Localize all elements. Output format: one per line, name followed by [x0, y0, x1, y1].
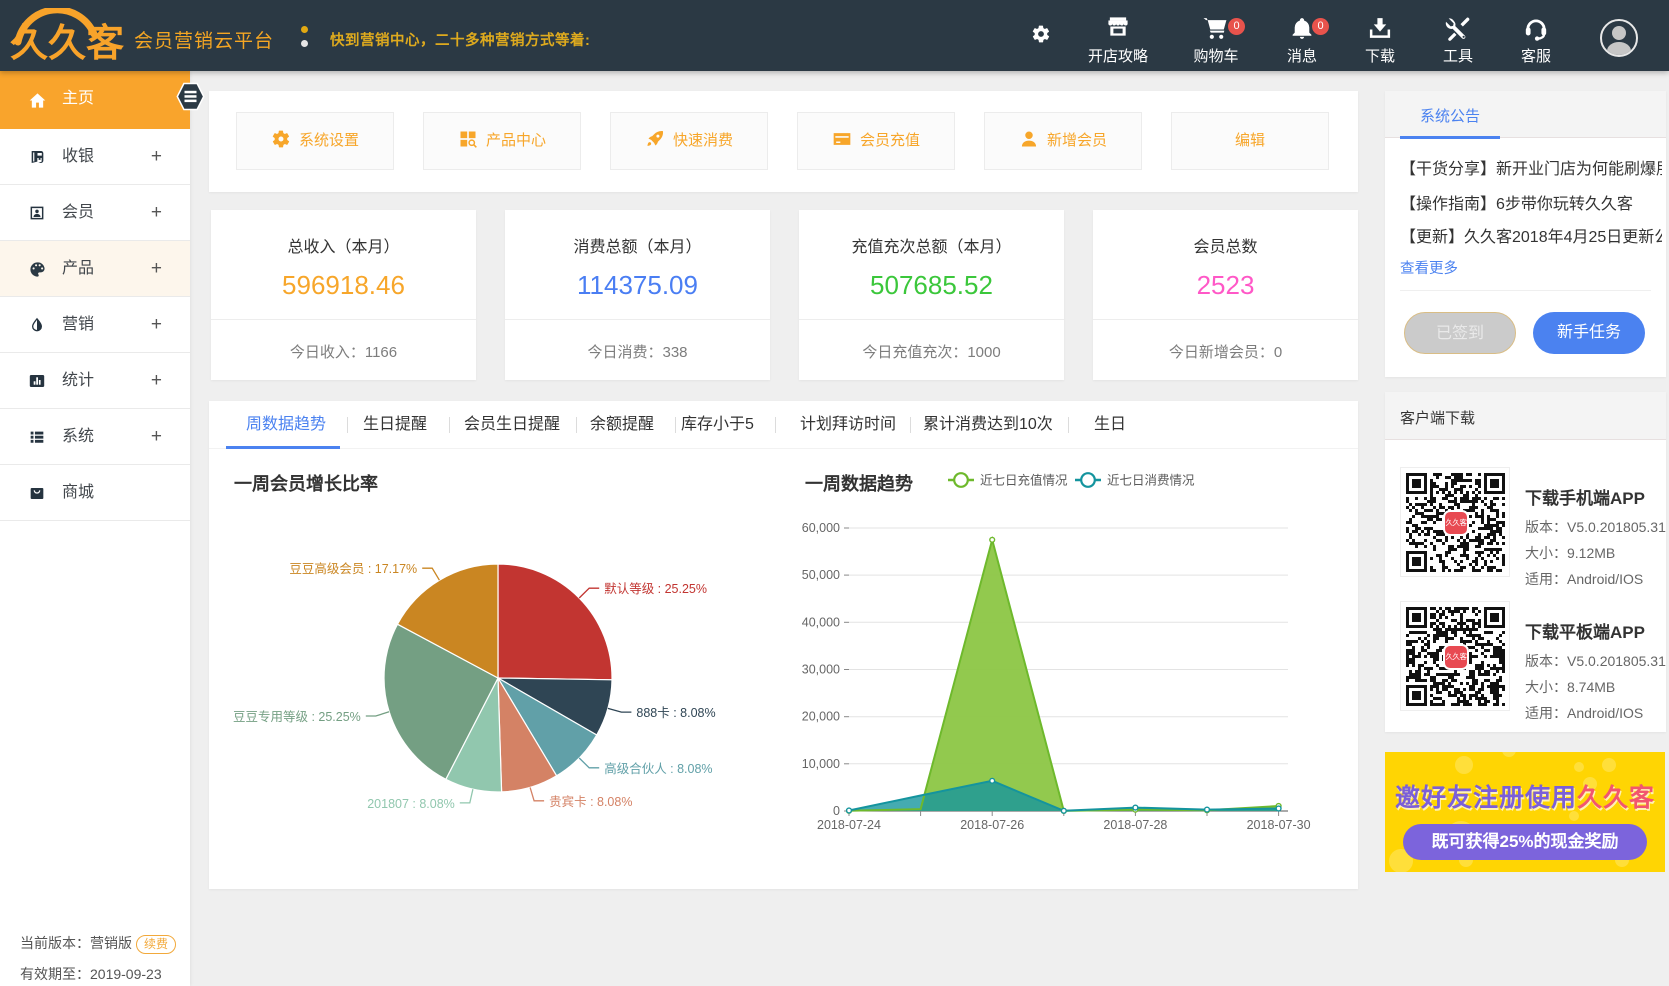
svg-text:2018-07-24: 2018-07-24 [817, 818, 881, 832]
svg-text:10,000: 10,000 [802, 757, 840, 771]
svg-text:201807 : 8.08%: 201807 : 8.08% [367, 797, 455, 811]
svg-text:50,000: 50,000 [802, 568, 840, 582]
svg-text:20,000: 20,000 [802, 710, 840, 724]
svg-text:豆豆专用等级 : 25.25%: 豆豆专用等级 : 25.25% [233, 709, 361, 724]
svg-text:久久客: 久久客 [10, 22, 124, 65]
svg-text:默认等级 : 25.25%: 默认等级 : 25.25% [604, 581, 707, 596]
svg-text:40,000: 40,000 [802, 615, 840, 629]
svg-text:2018-07-30: 2018-07-30 [1247, 818, 1311, 832]
svg-text:高级合伙人 : 8.08%: 高级合伙人 : 8.08% [604, 761, 712, 776]
svg-text:2018-07-26: 2018-07-26 [960, 818, 1024, 832]
svg-text:60,000: 60,000 [802, 521, 840, 535]
svg-text:贵宾卡 : 8.08%: 贵宾卡 : 8.08% [549, 794, 632, 809]
svg-text:0: 0 [833, 804, 840, 818]
svg-text:888卡 : 8.08%: 888卡 : 8.08% [636, 706, 715, 720]
svg-text:2018-07-28: 2018-07-28 [1103, 818, 1167, 832]
svg-text:30,000: 30,000 [802, 663, 840, 677]
svg-text:近七日充值情况: 近七日充值情况 [980, 473, 1068, 488]
svg-text:豆豆高级会员 : 17.17%: 豆豆高级会员 : 17.17% [289, 561, 417, 576]
svg-text:近七日消费情况: 近七日消费情况 [1107, 474, 1195, 488]
